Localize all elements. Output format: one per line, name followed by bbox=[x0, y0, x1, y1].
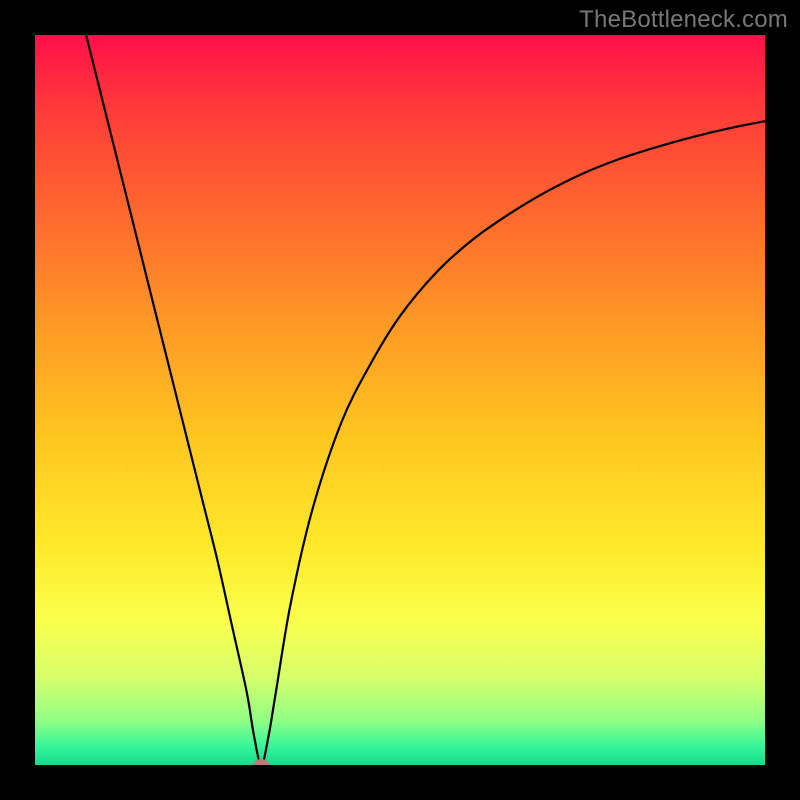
plot-area bbox=[35, 35, 765, 765]
chart-frame: TheBottleneck.com bbox=[0, 0, 800, 800]
gradient-background bbox=[35, 35, 765, 765]
watermark-text: TheBottleneck.com bbox=[579, 6, 788, 34]
chart-svg bbox=[35, 35, 765, 765]
